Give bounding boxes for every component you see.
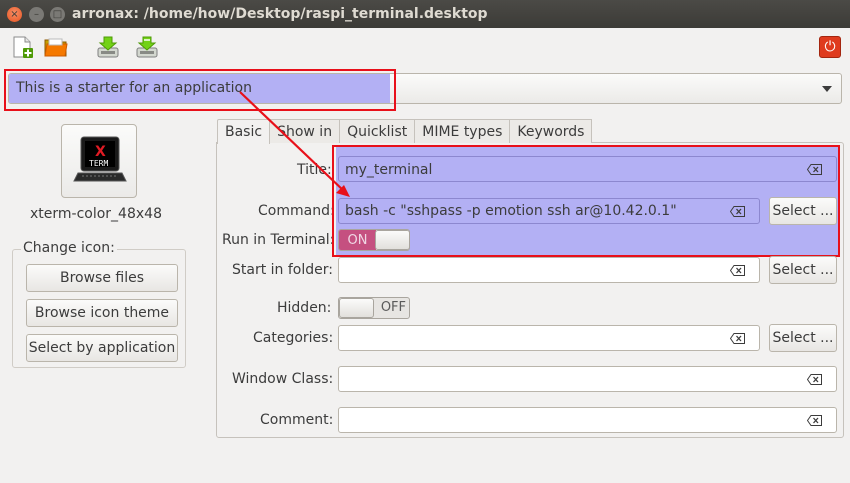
hidden-label: Hidden: — [277, 300, 332, 316]
xterm-icon-x: X — [95, 144, 106, 160]
title-field[interactable]: my_terminal — [338, 156, 837, 182]
comment-label: Comment: — [260, 412, 334, 428]
maximize-icon: □ — [52, 8, 63, 20]
command-label: Command: — [258, 203, 335, 219]
start-in-folder-field[interactable] — [338, 257, 760, 283]
title-bar: × – □ arronax: /home/how/Desktop/raspi_t… — [0, 0, 850, 28]
window-class-field[interactable] — [338, 366, 837, 392]
clear-icon[interactable] — [807, 164, 822, 175]
tab-keywords[interactable]: Keywords — [509, 119, 593, 143]
start-in-folder-label: Start in folder: — [232, 262, 333, 278]
window-close-button[interactable]: × — [7, 7, 22, 22]
run-in-terminal-switch[interactable]: ON — [338, 229, 410, 251]
clear-icon[interactable] — [807, 415, 822, 426]
clear-icon[interactable] — [807, 374, 822, 385]
window-maximize-button[interactable]: □ — [50, 7, 65, 22]
icon-preview-button[interactable]: X TERM — [61, 124, 137, 198]
start-in-folder-select-button[interactable]: Select ... — [769, 256, 837, 284]
tab-bar: Basic Show in Quicklist MIME types Keywo… — [217, 119, 593, 144]
title-label: Title: — [297, 162, 332, 178]
change-icon-label: Change icon: — [21, 240, 117, 256]
window-title: arronax: /home/how/Desktop/raspi_termina… — [72, 6, 488, 22]
title-value: my_terminal — [345, 162, 433, 178]
quit-button[interactable]: ⏻ — [819, 36, 841, 58]
command-value: bash -c "sshpass -p emotion ssh ar@10.42… — [345, 203, 677, 219]
categories-label: Categories: — [253, 330, 334, 346]
tab-show-in[interactable]: Show in — [269, 119, 341, 143]
clear-icon[interactable] — [730, 333, 745, 344]
clear-icon[interactable] — [730, 206, 745, 217]
browse-icon-theme-button[interactable]: Browse icon theme — [26, 299, 178, 327]
comment-combo-value: This is a starter for an application — [16, 80, 252, 96]
minimize-icon: – — [34, 8, 39, 20]
categories-field[interactable] — [338, 325, 760, 351]
hidden-switch[interactable]: OFF — [338, 297, 410, 319]
clear-icon[interactable] — [730, 265, 745, 276]
open-folder-icon[interactable] — [44, 35, 68, 59]
close-icon: × — [10, 8, 19, 20]
switch-knob — [375, 230, 409, 250]
run-in-terminal-label: Run in Terminal: — [222, 232, 335, 248]
switch-off-text: OFF — [380, 300, 406, 315]
switch-knob — [339, 298, 374, 318]
chevron-down-icon[interactable] — [822, 86, 832, 92]
tab-basic[interactable]: Basic — [217, 119, 271, 144]
xterm-icon: X TERM — [73, 136, 127, 182]
switch-on-text: ON — [339, 230, 376, 250]
save-icon[interactable] — [96, 35, 120, 59]
window-minimize-button[interactable]: – — [29, 7, 44, 22]
command-field[interactable]: bash -c "sshpass -p emotion ssh ar@10.42… — [338, 198, 760, 224]
new-file-icon[interactable] — [10, 35, 34, 59]
comment-combo[interactable]: This is a starter for an application — [8, 73, 842, 104]
save-as-icon[interactable] — [135, 35, 159, 59]
xterm-icon-term: TERM — [89, 159, 108, 168]
browse-files-button[interactable]: Browse files — [26, 264, 178, 292]
tab-mime-types[interactable]: MIME types — [414, 119, 511, 143]
power-icon: ⏻ — [824, 39, 836, 55]
categories-select-button[interactable]: Select ... — [769, 324, 837, 352]
command-select-button[interactable]: Select ... — [769, 197, 837, 225]
tab-quicklist[interactable]: Quicklist — [339, 119, 416, 143]
comment-field[interactable] — [338, 407, 837, 433]
select-by-application-button[interactable]: Select by application — [26, 334, 178, 362]
icon-name: xterm-color_48x48 — [30, 206, 162, 222]
window-class-label: Window Class: — [232, 371, 334, 387]
